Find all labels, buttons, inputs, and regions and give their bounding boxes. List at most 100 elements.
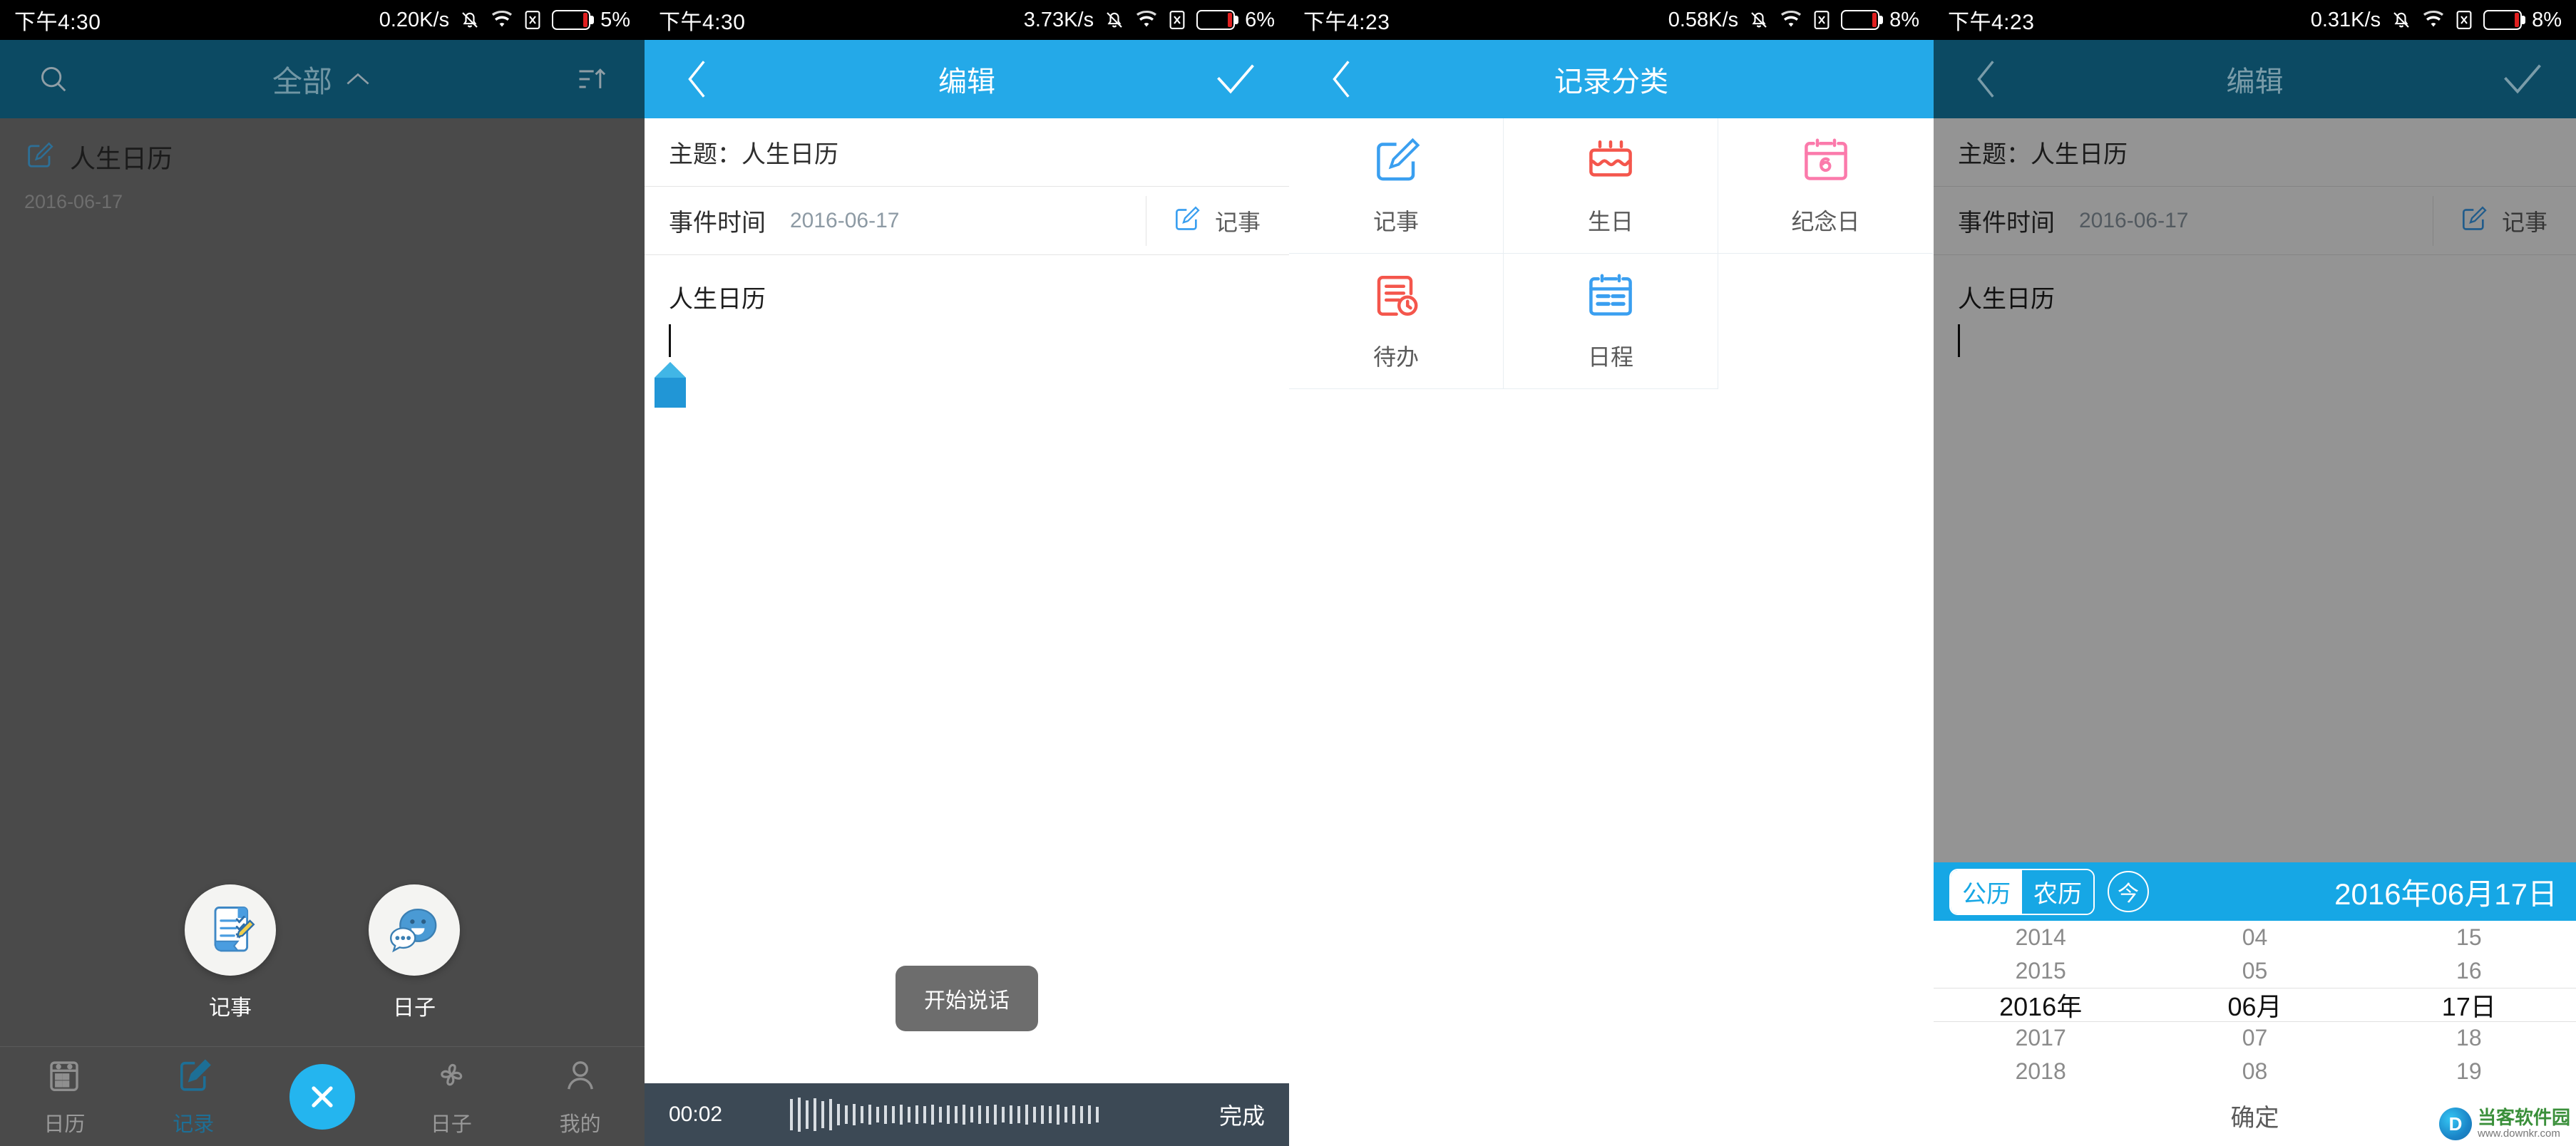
- picker-selection-line-bottom: [1934, 1021, 2576, 1022]
- solar-option[interactable]: 公历: [1951, 870, 2022, 914]
- list-item-date: 2016-06-17: [24, 191, 620, 213]
- list-item[interactable]: 人生日历 2016-06-17: [0, 118, 645, 213]
- text-cursor-handle-icon[interactable]: [655, 362, 686, 408]
- record-done-button[interactable]: 完成: [1219, 1098, 1265, 1131]
- day-option[interactable]: 19: [2362, 1055, 2576, 1088]
- quick-action-label: 记事: [209, 990, 252, 1021]
- status-time: 下午4:23: [1948, 4, 2034, 36]
- tab-label: 记录: [173, 1108, 214, 1137]
- status-network-speed: 3.73K/s: [1024, 9, 1094, 32]
- status-bar: 下午4:30 3.73K/s 6%: [645, 0, 1289, 40]
- status-bar: 下午4:23 0.58K/s 8%: [1289, 0, 1934, 40]
- category-label: 生日: [1588, 204, 1633, 237]
- status-network-speed: 0.31K/s: [2311, 9, 2381, 32]
- status-time: 下午4:30: [14, 4, 101, 36]
- day-option[interactable]: 16: [2362, 954, 2576, 988]
- wifi-icon: [2422, 11, 2445, 29]
- record-elapsed-time: 00:02: [669, 1103, 747, 1127]
- today-button[interactable]: 今: [2108, 871, 2149, 912]
- back-button[interactable]: [1289, 62, 1396, 96]
- battery-percent: 8%: [1889, 9, 1919, 32]
- month-option-selected[interactable]: 06月: [2147, 988, 2361, 1021]
- date-picker-header: 公历 农历 今 2016年06月17日: [1934, 862, 2576, 921]
- screenshot-strip: 下午4:30 0.20K/s 5% 全部: [0, 0, 2576, 1146]
- status-bar: 下午4:23 0.31K/s 8%: [1934, 0, 2576, 40]
- tab-calendar[interactable]: 日历: [0, 1056, 129, 1137]
- selected-date-display: 2016年06月17日: [2334, 870, 2560, 914]
- category-cell-empty: [1718, 254, 1933, 389]
- category-selector[interactable]: 记事: [1146, 196, 1289, 246]
- month-option[interactable]: 04: [2147, 921, 2361, 954]
- confirm-button[interactable]: [2469, 63, 2576, 96]
- year-option[interactable]: 2017: [1934, 1021, 2147, 1055]
- month-column[interactable]: 04 05 06月 07 08: [2147, 921, 2361, 1088]
- tab-mine[interactable]: 我的: [515, 1056, 645, 1137]
- status-time: 下午4:30: [659, 4, 745, 36]
- site-watermark: D 当客软件园 www.downkr.com: [2439, 1108, 2570, 1140]
- category-cell-todo[interactable]: 待办: [1289, 254, 1504, 389]
- month-option[interactable]: 08: [2147, 1055, 2361, 1088]
- status-bar: 下午4:30 0.20K/s 5%: [0, 0, 645, 40]
- filter-title[interactable]: 全部: [0, 58, 645, 101]
- note-edit-icon: [1370, 135, 1422, 190]
- year-option[interactable]: 2018: [1934, 1055, 2147, 1088]
- category-cell-birthday[interactable]: 生日: [1504, 118, 1718, 254]
- note-body[interactable]: 人生日历: [645, 255, 1289, 381]
- category-label: 纪念日: [1791, 204, 1859, 237]
- year-option[interactable]: 2015: [1934, 954, 2147, 988]
- tab-days[interactable]: 日子: [386, 1056, 515, 1137]
- month-option[interactable]: 05: [2147, 954, 2361, 988]
- tab-record[interactable]: 记录: [129, 1056, 258, 1137]
- app-bar: 记录分类: [1289, 40, 1934, 118]
- category-cell-note[interactable]: 记事: [1289, 118, 1504, 254]
- back-button[interactable]: [1934, 62, 2041, 96]
- subject-text: 主题：人生日历: [669, 135, 838, 170]
- battery-icon: [1841, 10, 1879, 30]
- confirm-button[interactable]: [1182, 63, 1289, 96]
- mute-bell-icon: [459, 9, 481, 31]
- list-item-title: 人生日历: [70, 138, 173, 175]
- month-option[interactable]: 07: [2147, 1021, 2361, 1055]
- day-option[interactable]: 18: [2362, 1021, 2576, 1055]
- note-edit-icon: [24, 140, 54, 174]
- battery-icon: [1196, 10, 1235, 30]
- category-cell-anniversary[interactable]: 纪念日: [1718, 118, 1933, 254]
- category-row: 待办 日程: [1289, 254, 1934, 389]
- back-button[interactable]: [645, 62, 751, 96]
- status-time: 下午4:23: [1303, 4, 1390, 36]
- tab-center-action[interactable]: [258, 1064, 387, 1130]
- tab-label: 我的: [560, 1108, 601, 1137]
- year-column[interactable]: 2014 2015 2016年 2017 2018: [1934, 921, 2147, 1088]
- battery-percent: 6%: [1245, 9, 1275, 32]
- day-option-selected[interactable]: 17日: [2362, 988, 2576, 1021]
- tab-label: 日子: [431, 1108, 472, 1137]
- year-option-selected[interactable]: 2016年: [1934, 988, 2147, 1021]
- subject-field[interactable]: 主题：人生日历: [645, 118, 1289, 187]
- screen-record-list: 下午4:30 0.20K/s 5% 全部: [0, 0, 645, 1146]
- voice-hint-tooltip: 开始说话: [896, 966, 1038, 1031]
- close-icon[interactable]: [289, 1064, 355, 1130]
- category-cell-schedule[interactable]: 日程: [1504, 254, 1718, 389]
- quick-action-note[interactable]: 记事: [185, 884, 276, 1021]
- quick-action-group: 记事 日子: [0, 884, 645, 1021]
- day-option[interactable]: 15: [2362, 921, 2576, 954]
- day-column[interactable]: 15 16 17日 18 19: [2362, 921, 2576, 1088]
- status-network-speed: 0.20K/s: [379, 9, 449, 32]
- sim-x-icon: [523, 9, 542, 31]
- quick-action-label: 日子: [393, 990, 436, 1021]
- event-time-row[interactable]: 事件时间 2016-06-17 记事: [645, 187, 1289, 255]
- status-network-speed: 0.58K/s: [1668, 9, 1738, 32]
- schedule-calendar-icon: [1585, 270, 1636, 325]
- quick-action-day[interactable]: 日子: [369, 884, 460, 1021]
- sim-x-icon: [1168, 9, 1186, 31]
- battery-icon: [552, 10, 590, 30]
- category-grid: 记事 生日 纪念日: [1289, 118, 1934, 389]
- year-option[interactable]: 2014: [1934, 921, 2147, 954]
- event-time-value[interactable]: 2016-06-17: [790, 209, 899, 233]
- app-bar: 全部: [0, 40, 645, 118]
- app-bar: 编辑: [1934, 40, 2576, 118]
- lunar-option[interactable]: 农历: [2022, 870, 2093, 914]
- calendar-type-toggle[interactable]: 公历 农历: [1949, 869, 2095, 915]
- date-picker: 公历 农历 今 2016年06月17日 2014 2015 2016年 2017…: [1934, 862, 2576, 1146]
- watermark-name: 当客软件园: [2478, 1108, 2570, 1127]
